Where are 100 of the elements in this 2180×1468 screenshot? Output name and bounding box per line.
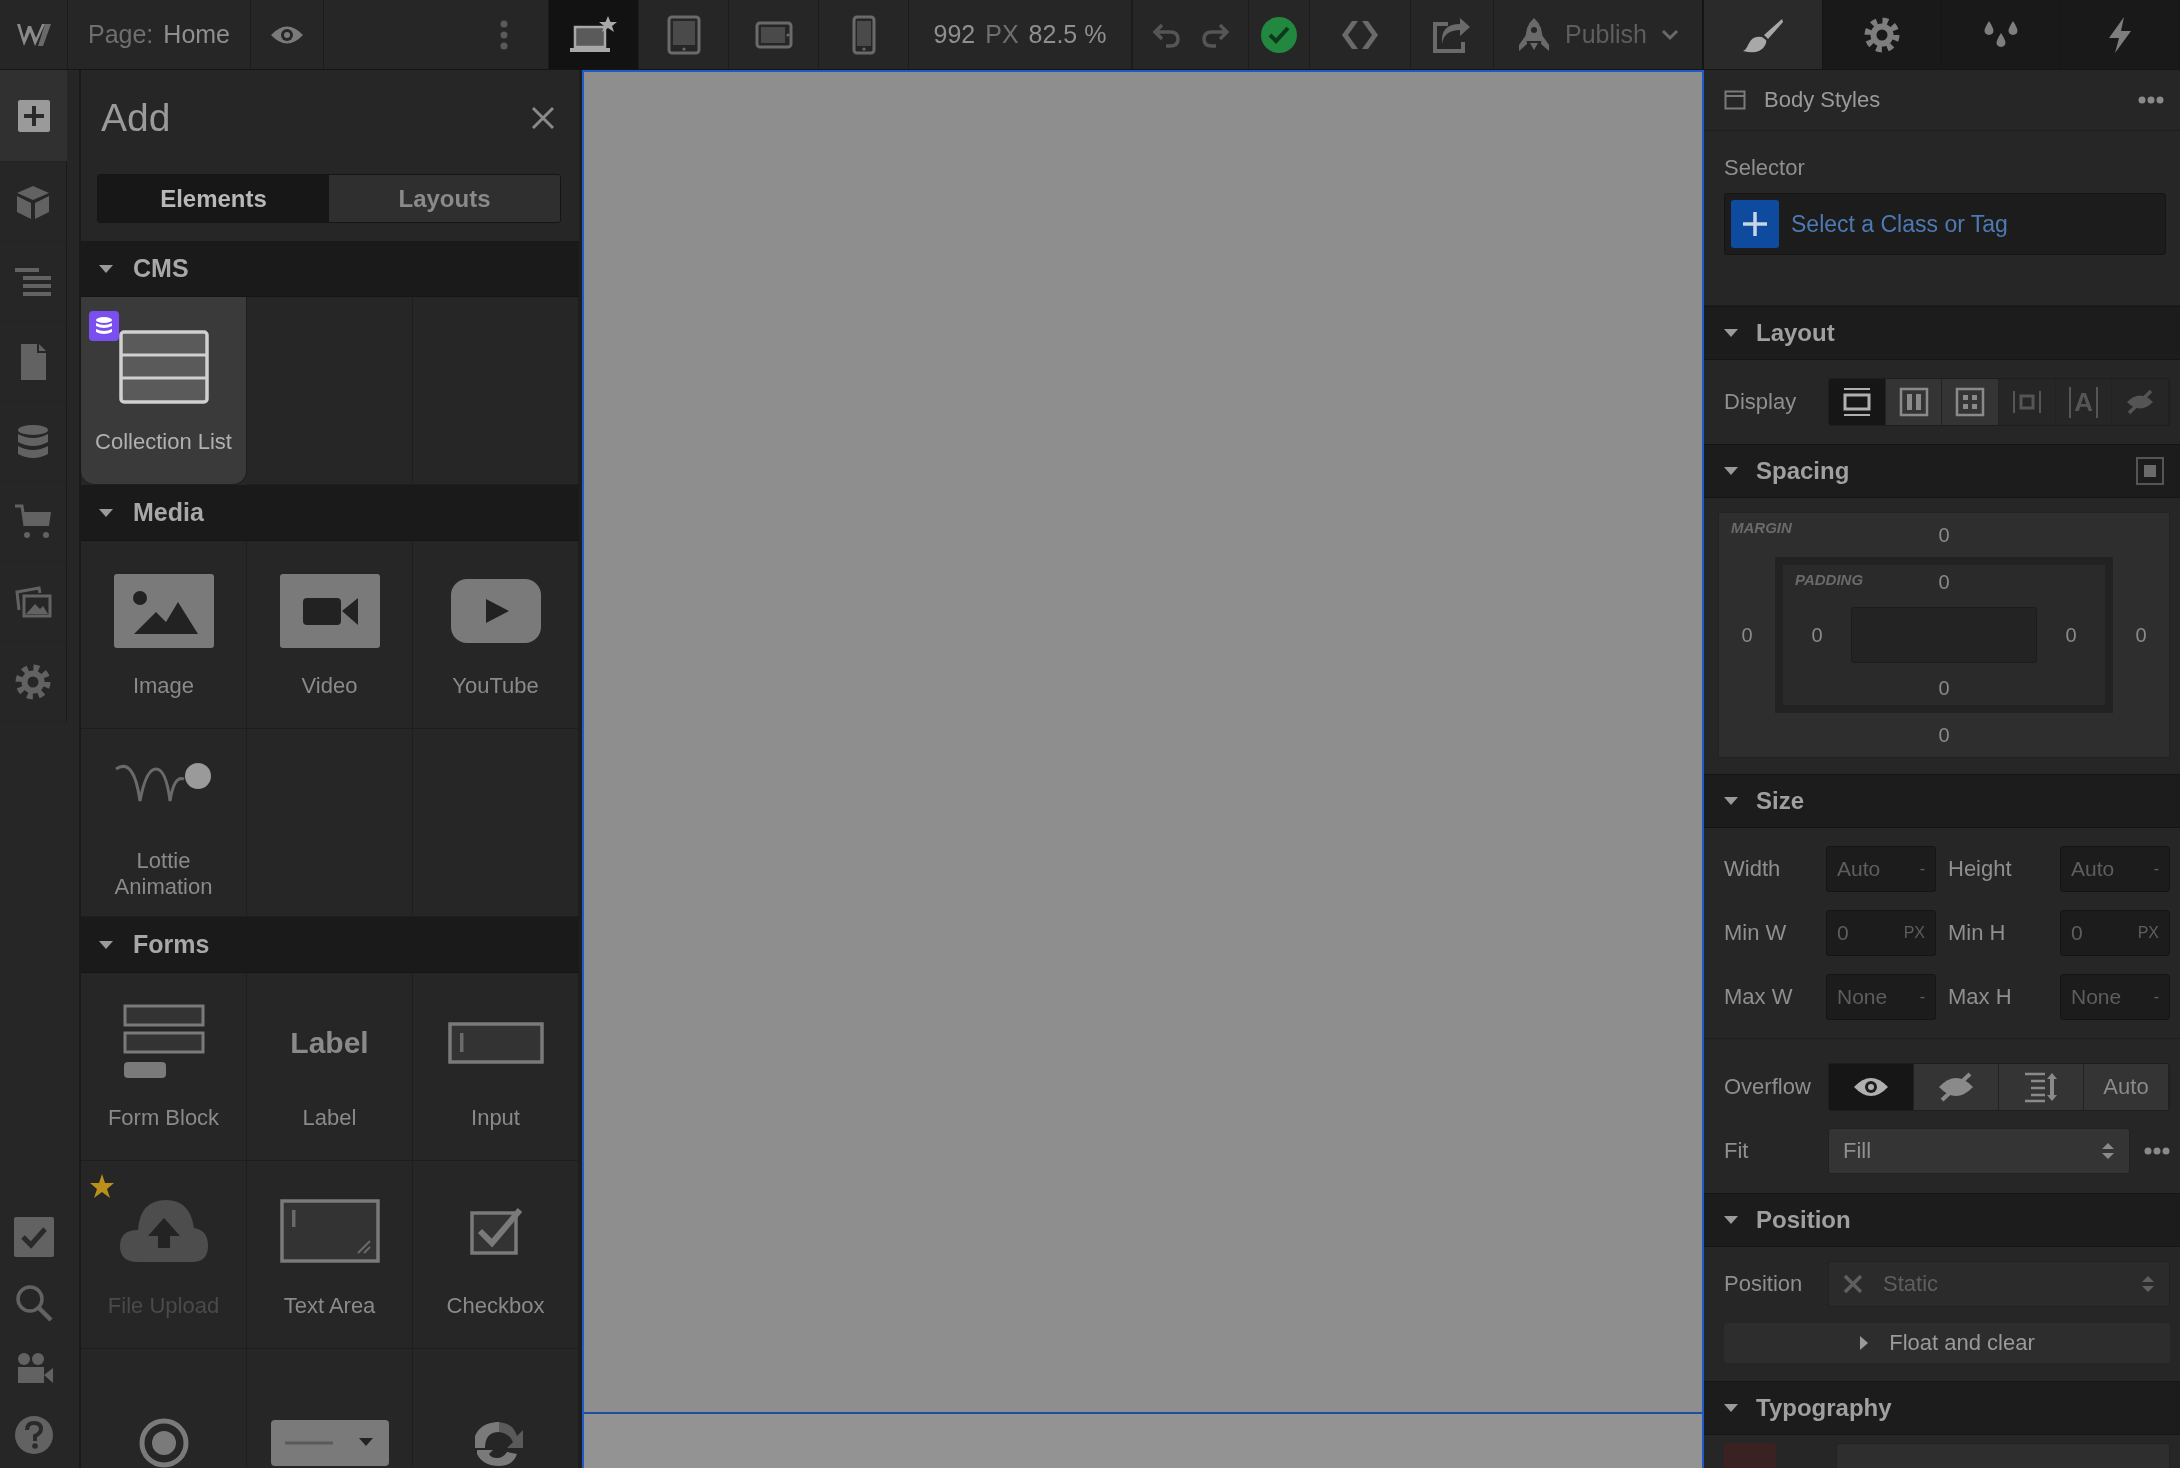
tile-label: Form Block xyxy=(106,1104,221,1131)
element-tile[interactable]: Lottie Animation xyxy=(81,729,247,917)
phone-icon xyxy=(851,14,876,55)
tile-label: YouTube xyxy=(451,672,540,699)
spacing-mode-icon[interactable] xyxy=(2136,457,2164,485)
section-header[interactable]: Size xyxy=(1704,774,2180,828)
selector-label: Selector xyxy=(1724,155,1806,181)
lightning-icon xyxy=(2106,15,2134,54)
caret-icon xyxy=(1724,1403,1738,1413)
margin-value[interactable]: 0 xyxy=(1719,557,1775,713)
close-icon[interactable] xyxy=(531,106,555,130)
overflow-label: Overflow xyxy=(1724,1074,1812,1100)
caret-right-icon xyxy=(1859,1335,1870,1351)
padding-value[interactable]: 0 xyxy=(2037,599,2105,671)
caret-icon xyxy=(1724,328,1738,338)
size-field[interactable]: None - xyxy=(2060,974,2170,1020)
size-label: Max H xyxy=(1948,984,2013,1010)
display-option[interactable] xyxy=(1829,379,1886,425)
tile-label: Video xyxy=(300,672,359,699)
size-label: Min W xyxy=(1724,920,1788,946)
element-tile[interactable]: Form Block xyxy=(81,973,247,1161)
inspector-tab[interactable] xyxy=(1704,0,1823,69)
add-class-icon[interactable] xyxy=(1731,200,1779,248)
size-label: Height xyxy=(1948,856,2013,882)
inspector-tab[interactable] xyxy=(1942,0,2061,69)
eye-icon xyxy=(1853,1075,1889,1099)
selector-field[interactable]: Select a Class or Tag xyxy=(1724,193,2166,255)
margin-value[interactable]: 0 xyxy=(2113,557,2169,713)
grid-icon xyxy=(1955,387,1986,417)
settings-icon xyxy=(1863,15,1901,54)
display-label: Display xyxy=(1724,389,1798,415)
element-tile[interactable]: Text Area xyxy=(247,1161,413,1349)
play-icon xyxy=(450,578,541,643)
image-icon xyxy=(113,573,214,648)
padding-label: PADDING xyxy=(1795,571,1864,588)
display-option[interactable] xyxy=(1885,379,1943,425)
overflow-option[interactable] xyxy=(1999,1064,2084,1110)
dropdown-icon xyxy=(270,1419,389,1466)
element-tile[interactable]: Collection List xyxy=(81,297,247,485)
caret-icon xyxy=(1724,466,1738,476)
section-header[interactable]: Media xyxy=(81,485,579,541)
size-field[interactable]: None - xyxy=(1826,974,1936,1020)
panel-title: Add xyxy=(101,96,171,140)
tile-label: Image xyxy=(131,672,196,699)
element-tile[interactable]: Input xyxy=(413,973,579,1161)
element-tile[interactable]: YouTube xyxy=(413,541,579,729)
caret-icon xyxy=(1724,1215,1738,1225)
panel-tab[interactable]: Layouts xyxy=(329,175,560,222)
status-check-icon[interactable] xyxy=(1260,15,1298,54)
text-area-icon xyxy=(279,1198,380,1263)
updown-arrows-icon xyxy=(2141,1274,2155,1294)
close-icon xyxy=(1843,1274,1863,1294)
element-tile[interactable]: Label Label xyxy=(247,973,413,1161)
section-header[interactable]: Spacing xyxy=(1704,444,2180,498)
size-field[interactable]: Auto - xyxy=(1826,846,1936,892)
inspector-tab[interactable] xyxy=(2061,0,2180,69)
more-icon[interactable] xyxy=(2138,96,2164,104)
fit-select[interactable]: Fill xyxy=(1828,1128,2130,1174)
rocket-icon xyxy=(1517,16,1551,53)
padding-value[interactable]: 0 xyxy=(1783,599,1851,671)
padding-value[interactable]: 0 xyxy=(1851,671,2037,705)
display-option[interactable] xyxy=(1942,379,1999,425)
canvas-width[interactable]: 992 xyxy=(933,20,976,49)
size-field[interactable]: 0 PX xyxy=(1826,910,1936,956)
overflow-option[interactable]: Auto xyxy=(2084,1064,2169,1110)
video-camera-icon xyxy=(279,573,380,648)
export-icon[interactable] xyxy=(1432,15,1472,54)
hidden-eye-icon xyxy=(1938,1072,1974,1102)
window-icon xyxy=(1724,90,1746,110)
tile-label: Lottie Animation xyxy=(113,847,214,900)
star-icon xyxy=(89,1173,115,1199)
collection-list-icon xyxy=(118,329,209,404)
overflow-option[interactable] xyxy=(1829,1064,1914,1110)
more-icon[interactable] xyxy=(2144,1147,2170,1155)
page-name[interactable]: Home xyxy=(163,20,230,49)
label-text-icon: Label xyxy=(290,1025,369,1060)
tablet-icon xyxy=(666,14,701,55)
position-label: Position xyxy=(1724,1271,1804,1297)
element-tile[interactable]: Image xyxy=(81,541,247,729)
device-button[interactable] xyxy=(549,0,639,69)
size-field[interactable]: Auto - xyxy=(2060,846,2170,892)
element-tile[interactable]: Video xyxy=(247,541,413,729)
help-icon xyxy=(13,1415,54,1455)
section-header[interactable]: CMS xyxy=(81,241,579,297)
overflow-option[interactable] xyxy=(1914,1064,1999,1110)
size-label: Min H xyxy=(1948,920,2007,946)
margin-value[interactable]: 0 xyxy=(1775,713,2113,757)
section-header[interactable]: Forms xyxy=(81,917,579,973)
section-header[interactable]: Typography xyxy=(1704,1381,2180,1435)
scroll-icon xyxy=(2023,1071,2059,1103)
size-label: Width xyxy=(1724,856,1782,882)
more-vertical-icon[interactable] xyxy=(500,19,508,50)
input-field-icon xyxy=(447,1021,544,1064)
inspector-tab[interactable] xyxy=(1823,0,1942,69)
size-field[interactable]: 0 PX xyxy=(2060,910,2170,956)
section-header[interactable]: Layout xyxy=(1704,306,2180,360)
element-tile[interactable]: Checkbox xyxy=(413,1161,579,1349)
database-badge-icon xyxy=(88,310,119,341)
panel-tab[interactable]: Elements xyxy=(98,175,329,222)
tile-label: Text Area xyxy=(282,1292,377,1319)
